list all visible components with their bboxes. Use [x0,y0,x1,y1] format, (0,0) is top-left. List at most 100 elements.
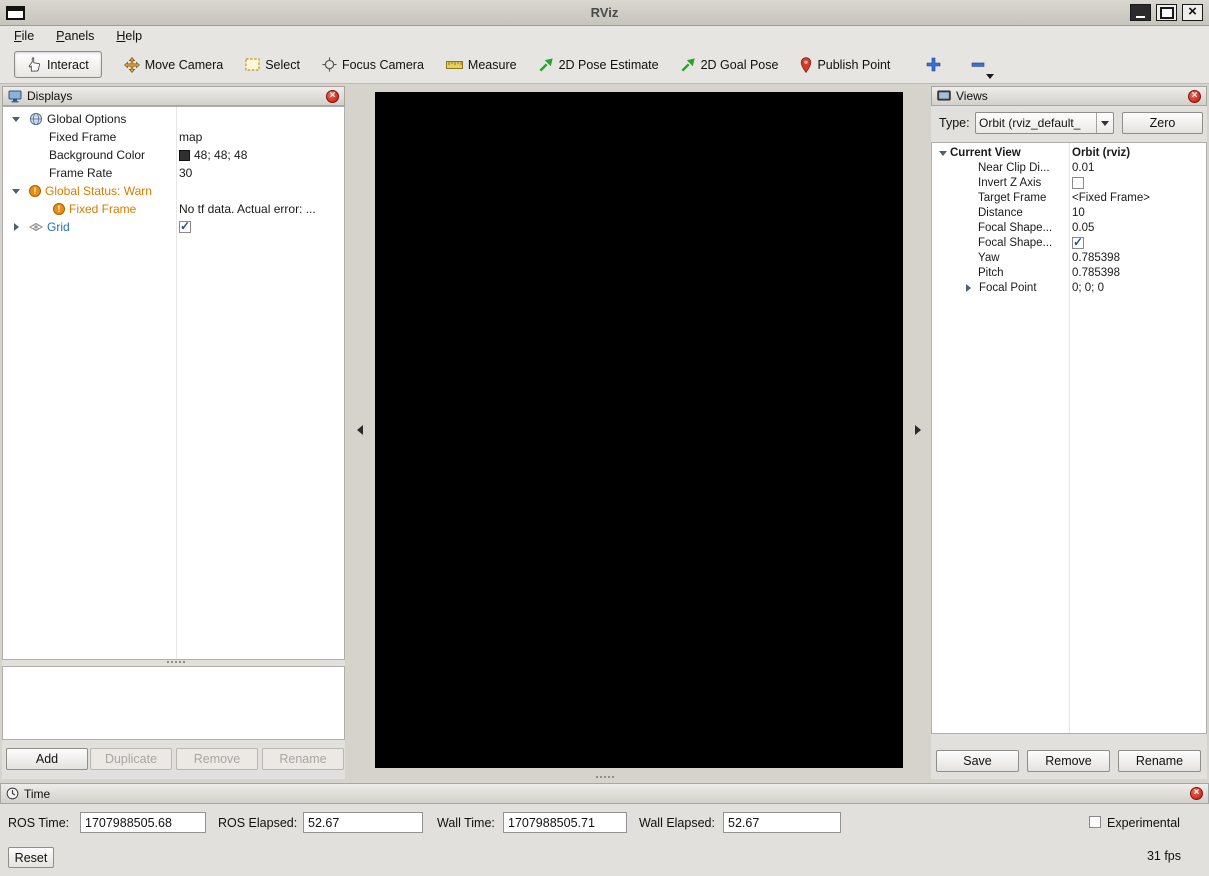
displays-panel-header[interactable]: Displays [2,86,345,106]
property-name: Yaw [978,252,1000,264]
tree-row-global-status[interactable]: Global Status: Warn [3,182,344,200]
duplicate-display-button[interactable]: Duplicate [90,748,172,770]
collapse-right-panel-button[interactable] [912,422,924,438]
time-panel-header[interactable]: Time [0,783,1209,804]
remove-view-button[interactable]: Remove [1027,750,1110,772]
property-value[interactable]: 0.01 [1072,160,1094,175]
expander-open-icon[interactable] [938,147,950,159]
tool-label: Move Camera [145,58,224,72]
tool-label: Publish Point [817,58,890,72]
tree-row-target-frame[interactable]: Target Frame <Fixed Frame> [932,190,1206,205]
tree-row-background-color[interactable]: Background Color 48; 48; 48 [3,146,344,164]
property-value[interactable]: 48; 48; 48 [179,146,247,164]
property-value[interactable]: 0; 0; 0 [1072,280,1104,295]
tree-row-status-fixed-frame[interactable]: Fixed Frame No tf data. Actual error: ..… [3,200,344,218]
tool-measure[interactable]: Measure [446,58,517,72]
displays-splitter-handle[interactable] [167,661,185,663]
ros-elapsed-label: ROS Elapsed: [218,816,297,830]
minimize-button[interactable] [1130,4,1151,21]
chevron-down-icon[interactable] [1096,113,1113,133]
tool-label: Select [265,58,300,72]
tree-row-current-view[interactable]: Current View Orbit (rviz) [932,145,1206,160]
warning-icon [29,185,41,197]
add-display-button[interactable]: Add [6,748,88,770]
remove-display-button[interactable]: Remove [176,748,258,770]
save-view-button[interactable]: Save [936,750,1019,772]
menu-panels[interactable]: Panels [52,28,98,44]
property-name: Distance [978,207,1023,219]
map-pin-icon [800,57,812,73]
wall-time-input[interactable] [503,812,627,833]
close-panel-button[interactable] [1190,787,1203,800]
zero-button[interactable]: Zero [1122,112,1203,134]
rename-display-button[interactable]: Rename [262,748,344,770]
menu-help[interactable]: Help [112,28,146,44]
displays-panel: Displays Global Options Fixed Frame map … [2,86,345,779]
tree-row-invert-z[interactable]: Invert Z Axis [932,175,1206,190]
property-value[interactable]: 30 [179,164,192,182]
close-button[interactable] [1182,4,1203,21]
maximize-button[interactable] [1156,4,1177,21]
tree-row-grid[interactable]: Grid [3,218,344,236]
tool-publish-point[interactable]: Publish Point [800,57,890,73]
view-type-dropdown[interactable]: Orbit (rviz_default_ [975,112,1114,134]
tree-row-pitch[interactable]: Pitch 0.785398 [932,265,1206,280]
bottom-splitter-handle[interactable] [596,776,614,778]
tree-row-global-options[interactable]: Global Options [3,110,344,128]
tool-focus-camera[interactable]: Focus Camera [322,57,424,72]
property-value[interactable]: map [179,128,202,146]
tree-row-yaw[interactable]: Yaw 0.785398 [932,250,1206,265]
tool-select[interactable]: Select [245,58,300,72]
invert-z-checkbox[interactable] [1072,177,1084,189]
tool-2d-pose-estimate[interactable]: 2D Pose Estimate [539,57,659,72]
tool-move-camera[interactable]: Move Camera [124,57,224,73]
wall-elapsed-input[interactable] [723,812,841,833]
color-swatch [179,150,190,161]
property-value[interactable]: 0.05 [1072,220,1094,235]
close-panel-button[interactable] [326,90,339,103]
views-panel: Views Type: Orbit (rviz_default_ Zero Cu… [931,86,1207,779]
expander-closed-icon[interactable] [11,221,23,233]
expander-closed-icon[interactable] [963,282,975,294]
tree-row-focal-point[interactable]: Focal Point 0; 0; 0 [932,280,1206,295]
collapse-left-panel-button[interactable] [354,422,366,438]
property-name: Grid [47,220,70,234]
property-value[interactable]: <Fixed Frame> [1072,190,1150,205]
crosshair-icon [322,57,337,72]
tree-row-focal-shape-size[interactable]: Focal Shape... 0.05 [932,220,1206,235]
ros-time-input[interactable] [80,812,206,833]
add-tool-button[interactable] [926,57,941,72]
green-arrow-icon [539,57,554,72]
hand-icon [27,57,42,72]
property-name: Target Frame [978,192,1046,204]
tree-row-fixed-frame[interactable]: Fixed Frame map [3,128,344,146]
close-panel-button[interactable] [1188,90,1201,103]
tree-row-distance[interactable]: Distance 10 [932,205,1206,220]
focal-shape-checkbox[interactable] [1072,237,1084,249]
property-value[interactable]: 0.785398 [1072,250,1120,265]
3d-viewport[interactable] [375,92,903,768]
property-value[interactable]: 0.785398 [1072,265,1120,280]
experimental-checkbox[interactable] [1089,816,1101,828]
expander-open-icon[interactable] [11,113,23,125]
wall-time-label: Wall Time: [437,816,495,830]
property-value[interactable]: 10 [1072,205,1085,220]
expander-open-icon[interactable] [11,185,23,197]
rename-view-button[interactable]: Rename [1118,750,1201,772]
tool-interact[interactable]: Interact [14,51,102,78]
tool-2d-goal-pose[interactable]: 2D Goal Pose [681,57,779,72]
tree-row-frame-rate[interactable]: Frame Rate 30 [3,164,344,182]
ros-elapsed-input[interactable] [303,812,423,833]
property-name: Focal Point [979,282,1037,294]
grid-enabled-checkbox[interactable] [179,221,191,233]
toolbar-extension-icon[interactable] [986,74,994,79]
remove-tool-button[interactable] [971,57,985,72]
reset-button[interactable]: Reset [8,847,54,868]
tree-row-focal-shape-fixed[interactable]: Focal Shape... [932,235,1206,250]
property-name: Focal Shape... [978,237,1052,249]
tree-row-near-clip[interactable]: Near Clip Di... 0.01 [932,160,1206,175]
views-panel-header[interactable]: Views [931,86,1207,106]
menu-file[interactable]: File [10,28,38,44]
display-description-box [2,666,345,740]
property-value: No tf data. Actual error: ... [179,200,316,218]
